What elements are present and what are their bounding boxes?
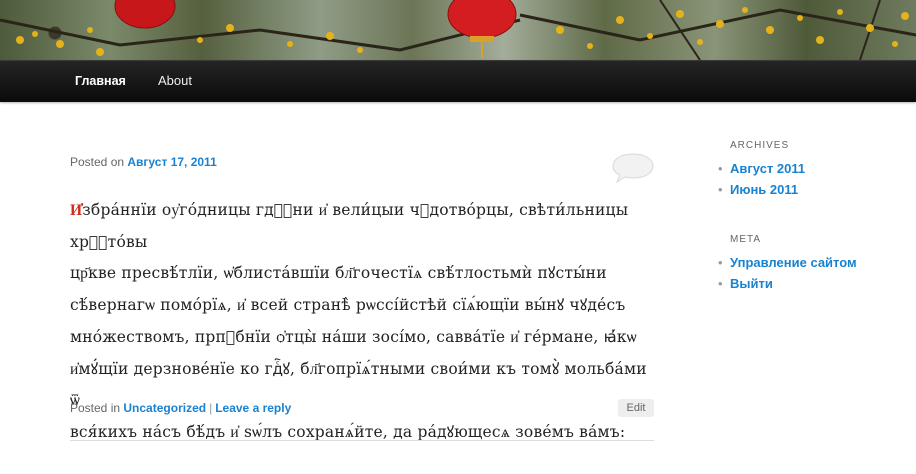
- nav-item-home[interactable]: Главная: [75, 61, 126, 103]
- post-line: вся́кихъ на́съ бѣ́дъ и҆ ѕѡ́лъ сохранѧ́йт…: [70, 422, 626, 441]
- list-bullet: •: [718, 161, 723, 176]
- list-bullet: •: [718, 255, 723, 270]
- nav-item-about[interactable]: About: [158, 61, 192, 103]
- footer-separator: |: [209, 401, 213, 415]
- post-date-meta: Posted on Август 17, 2011: [70, 155, 217, 169]
- post-date-link[interactable]: Август 17, 2011: [127, 155, 216, 169]
- post-line: И҆збра́ннїи оу҆го́дницы гдⷭ҇ни и҆ вели́ц…: [70, 200, 629, 251]
- meta-link-site-admin[interactable]: • Управление сайтом: [718, 252, 857, 273]
- meta-link-logout[interactable]: • Выйти: [718, 273, 857, 294]
- posted-in-prefix: Posted in: [70, 401, 121, 415]
- list-bullet: •: [718, 182, 723, 197]
- header-lanterns-photo: [0, 0, 916, 60]
- post-divider: [70, 440, 654, 441]
- archives-list: • Август 2011 • Июнь 2011: [718, 158, 805, 200]
- meta-list: • Управление сайтом • Выйти: [718, 252, 857, 294]
- list-bullet: •: [718, 276, 723, 291]
- meta-widget-title: META: [730, 234, 762, 245]
- edit-button[interactable]: Edit: [618, 399, 654, 417]
- category-link[interactable]: Uncategorized: [123, 401, 206, 415]
- drop-initial: И҆: [70, 200, 83, 219]
- post-line: мно́жествомъ, прпⷣбнїи ѻ҆тцы̀ на́ши зосі…: [70, 327, 637, 346]
- posted-on-prefix: Posted on: [70, 155, 125, 169]
- archive-link[interactable]: • Август 2011: [718, 158, 805, 179]
- post-line: сѣ́вернагѡ помо́рїѧ, и҆ всей странѣ̀ рѡс…: [70, 296, 626, 315]
- archives-widget-title: ARCHIVES: [730, 140, 790, 151]
- post-footer-meta: Posted in Uncategorized | Leave a reply: [70, 401, 291, 415]
- archive-link[interactable]: • Июнь 2011: [718, 179, 805, 200]
- comment-bubble-icon[interactable]: [612, 153, 654, 183]
- post-line: цр҃кве пресвѣ́тлїи, ѡ҆блиста́вшїи бл҃гоч…: [70, 264, 607, 283]
- leave-reply-link[interactable]: Leave a reply: [215, 401, 291, 415]
- header-image[interactable]: [0, 0, 916, 60]
- main-navigation: Главная About: [0, 60, 916, 102]
